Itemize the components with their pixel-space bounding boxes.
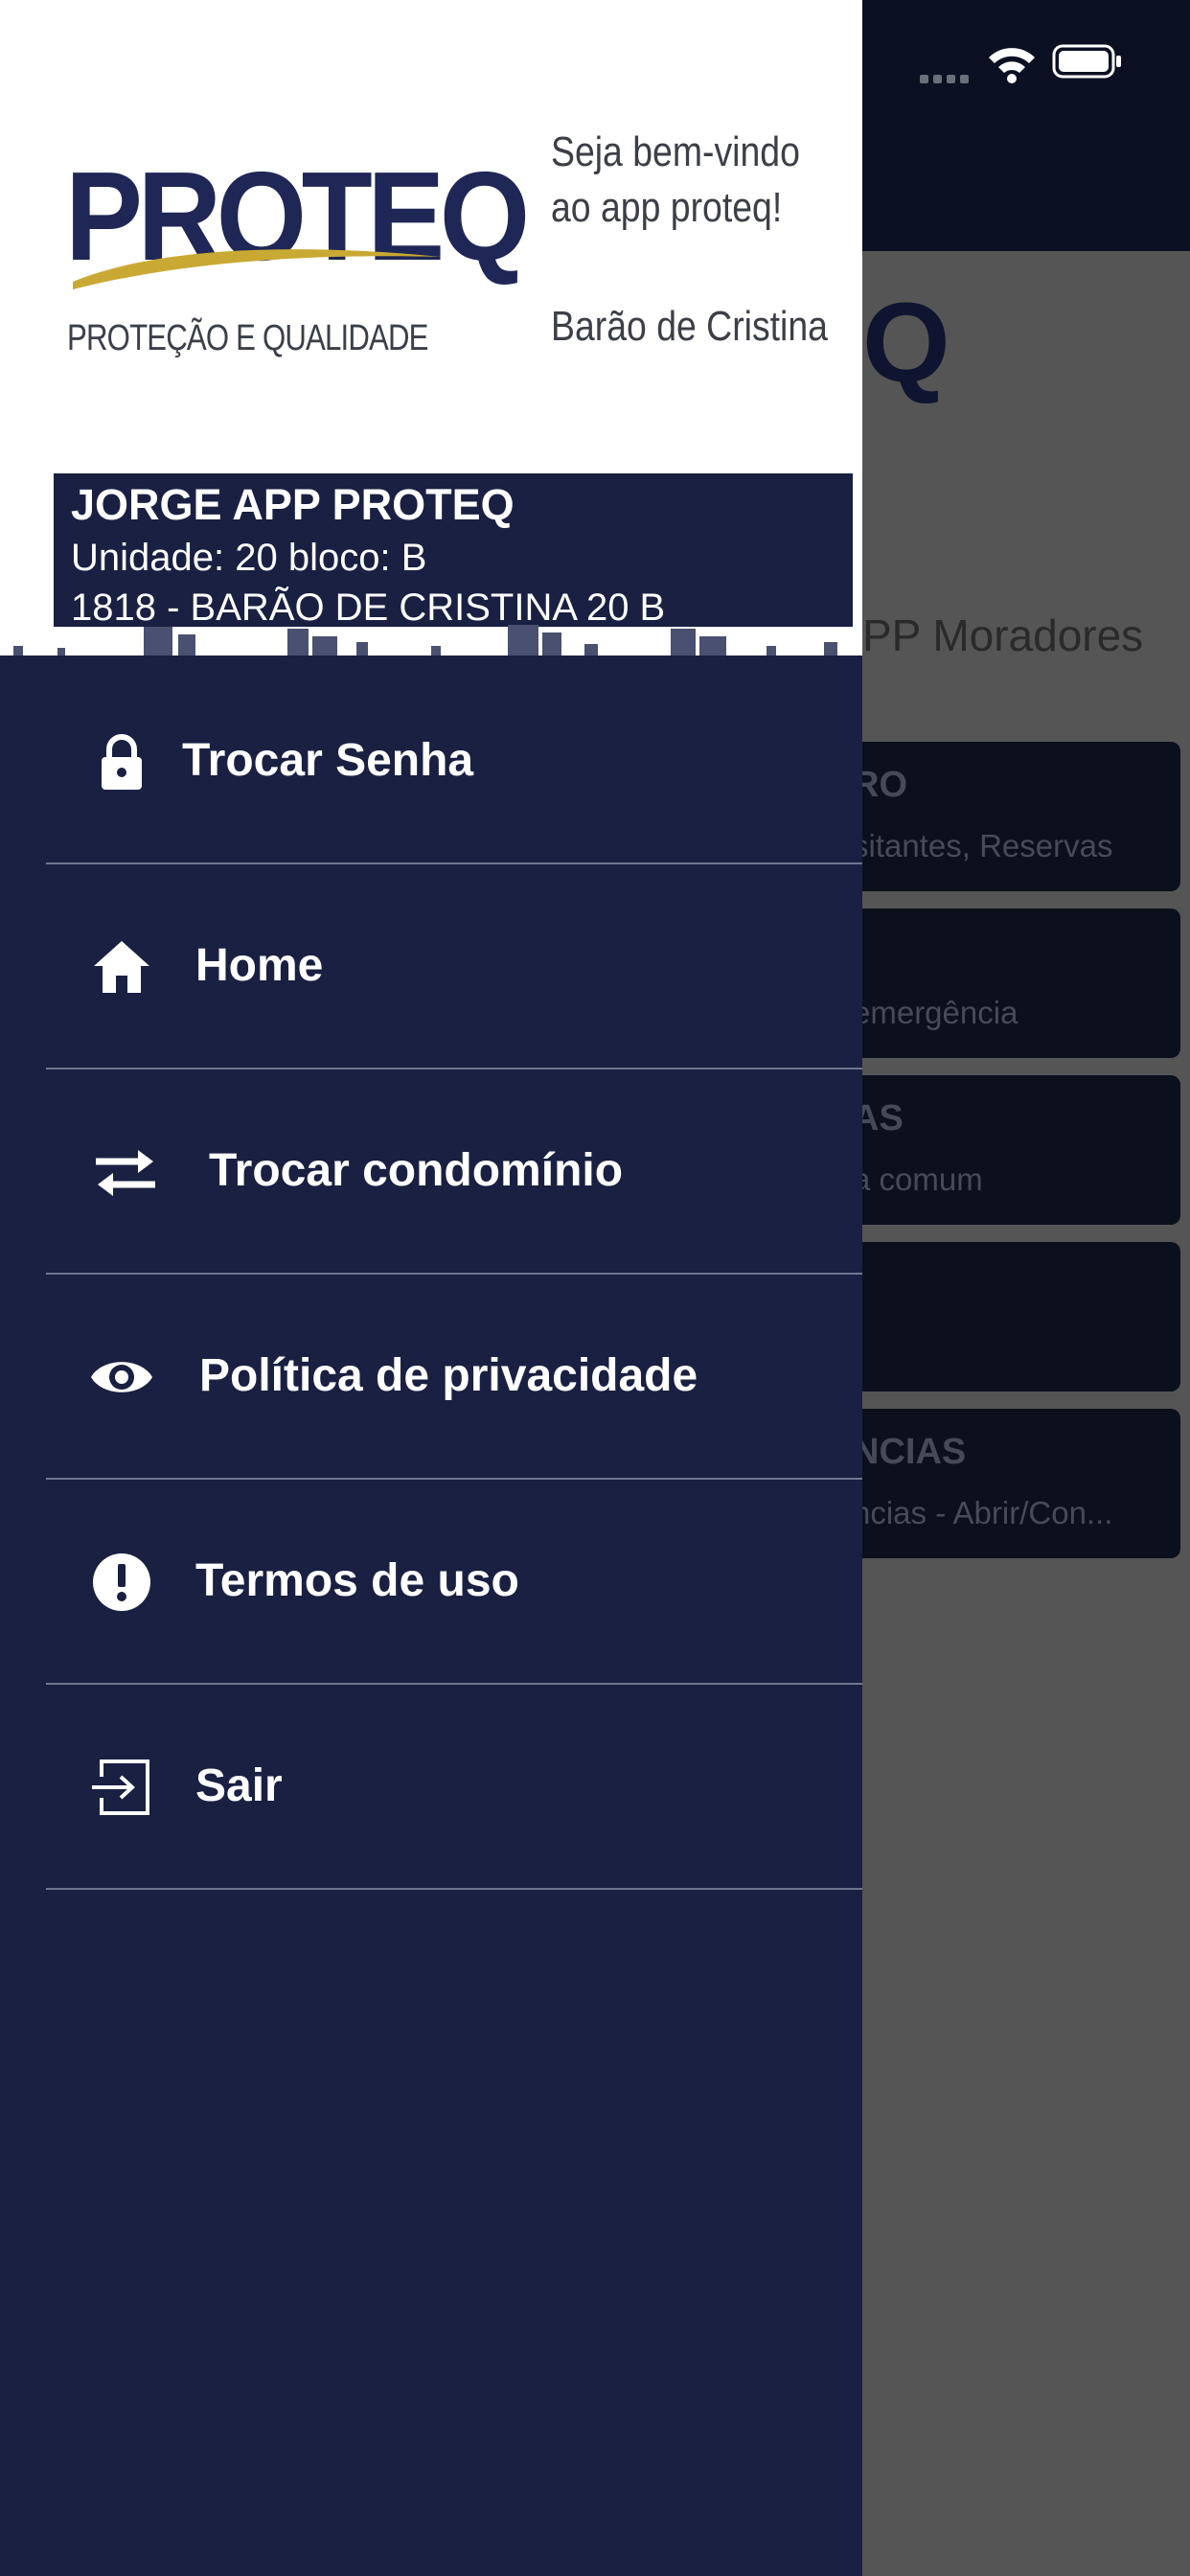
background-card[interactable]: NCIAS ncias - Abrir/Con...	[834, 1409, 1180, 1558]
logo-tagline: PROTEÇÃO E QUALIDADE	[67, 318, 428, 358]
menu-item-privacy-policy[interactable]: Política de privacidade	[46, 1275, 862, 1480]
menu-label: Trocar Senha	[182, 735, 474, 786]
card-subtitle: emergência	[853, 995, 1018, 1030]
background-logo: Q	[862, 280, 950, 406]
background-subtitle: PP Moradores	[862, 610, 1144, 660]
alert-circle-icon	[93, 1553, 150, 1611]
welcome-line-2: ao app proteq!	[551, 184, 783, 231]
menu-item-change-password[interactable]: Trocar Senha	[46, 659, 862, 864]
menu-label: Home	[195, 940, 324, 991]
user-info: JORGE APP PROTEQ Unidade: 20 bloco: B 18…	[54, 473, 853, 629]
home-icon	[94, 941, 149, 993]
menu-label: Termos de uso	[195, 1555, 519, 1606]
welcome-message: Seja bem-vindo ao app proteq! Barão de C…	[551, 125, 828, 355]
menu-label: Política de privacidade	[199, 1350, 698, 1401]
menu-label: Trocar condomínio	[209, 1145, 624, 1196]
menu-item-switch-condo[interactable]: Trocar condomínio	[46, 1070, 862, 1275]
menu-item-logout[interactable]: Sair	[46, 1685, 862, 1890]
welcome-location: Barão de Cristina	[551, 303, 828, 350]
user-name: JORGE APP PROTEQ	[71, 480, 515, 529]
swap-icon	[96, 1150, 155, 1196]
skyline-decoration	[0, 625, 862, 659]
menu-label: Sair	[195, 1760, 283, 1811]
welcome-line-1: Seja bem-vindo	[551, 128, 800, 175]
battery-icon	[1052, 44, 1121, 79]
logout-icon	[92, 1760, 149, 1815]
proteq-logo: PROTEQ PROTEÇÃO E QUALIDADE	[65, 153, 530, 383]
background-card[interactable]: RO sitantes, Reservas	[834, 742, 1180, 891]
card-subtitle: ncias - Abrir/Con...	[853, 1495, 1113, 1530]
logo-swoosh	[73, 249, 441, 289]
card-title: NCIAS	[853, 1432, 967, 1472]
signal-icon	[920, 71, 973, 88]
menu-item-terms-of-use[interactable]: Termos de uso	[46, 1480, 862, 1685]
menu-item-home[interactable]: Home	[46, 864, 862, 1070]
lock-icon	[102, 734, 142, 790]
wifi-icon	[989, 48, 1035, 83]
navigation-drawer: PROTEQ PROTEÇÃO E QUALIDADE Seja bem-vin…	[0, 0, 862, 2576]
card-subtitle: a comum	[853, 1162, 983, 1197]
eye-icon	[91, 1362, 152, 1392]
background-card[interactable]	[834, 1242, 1180, 1392]
background-card[interactable]: AS a comum	[834, 1075, 1180, 1225]
user-unit: Unidade: 20 bloco: B	[71, 537, 427, 579]
drawer-header: PROTEQ PROTEÇÃO E QUALIDADE Seja bem-vin…	[0, 0, 862, 659]
card-subtitle: sitantes, Reservas	[853, 828, 1113, 863]
background-card[interactable]: emergência	[834, 908, 1180, 1058]
